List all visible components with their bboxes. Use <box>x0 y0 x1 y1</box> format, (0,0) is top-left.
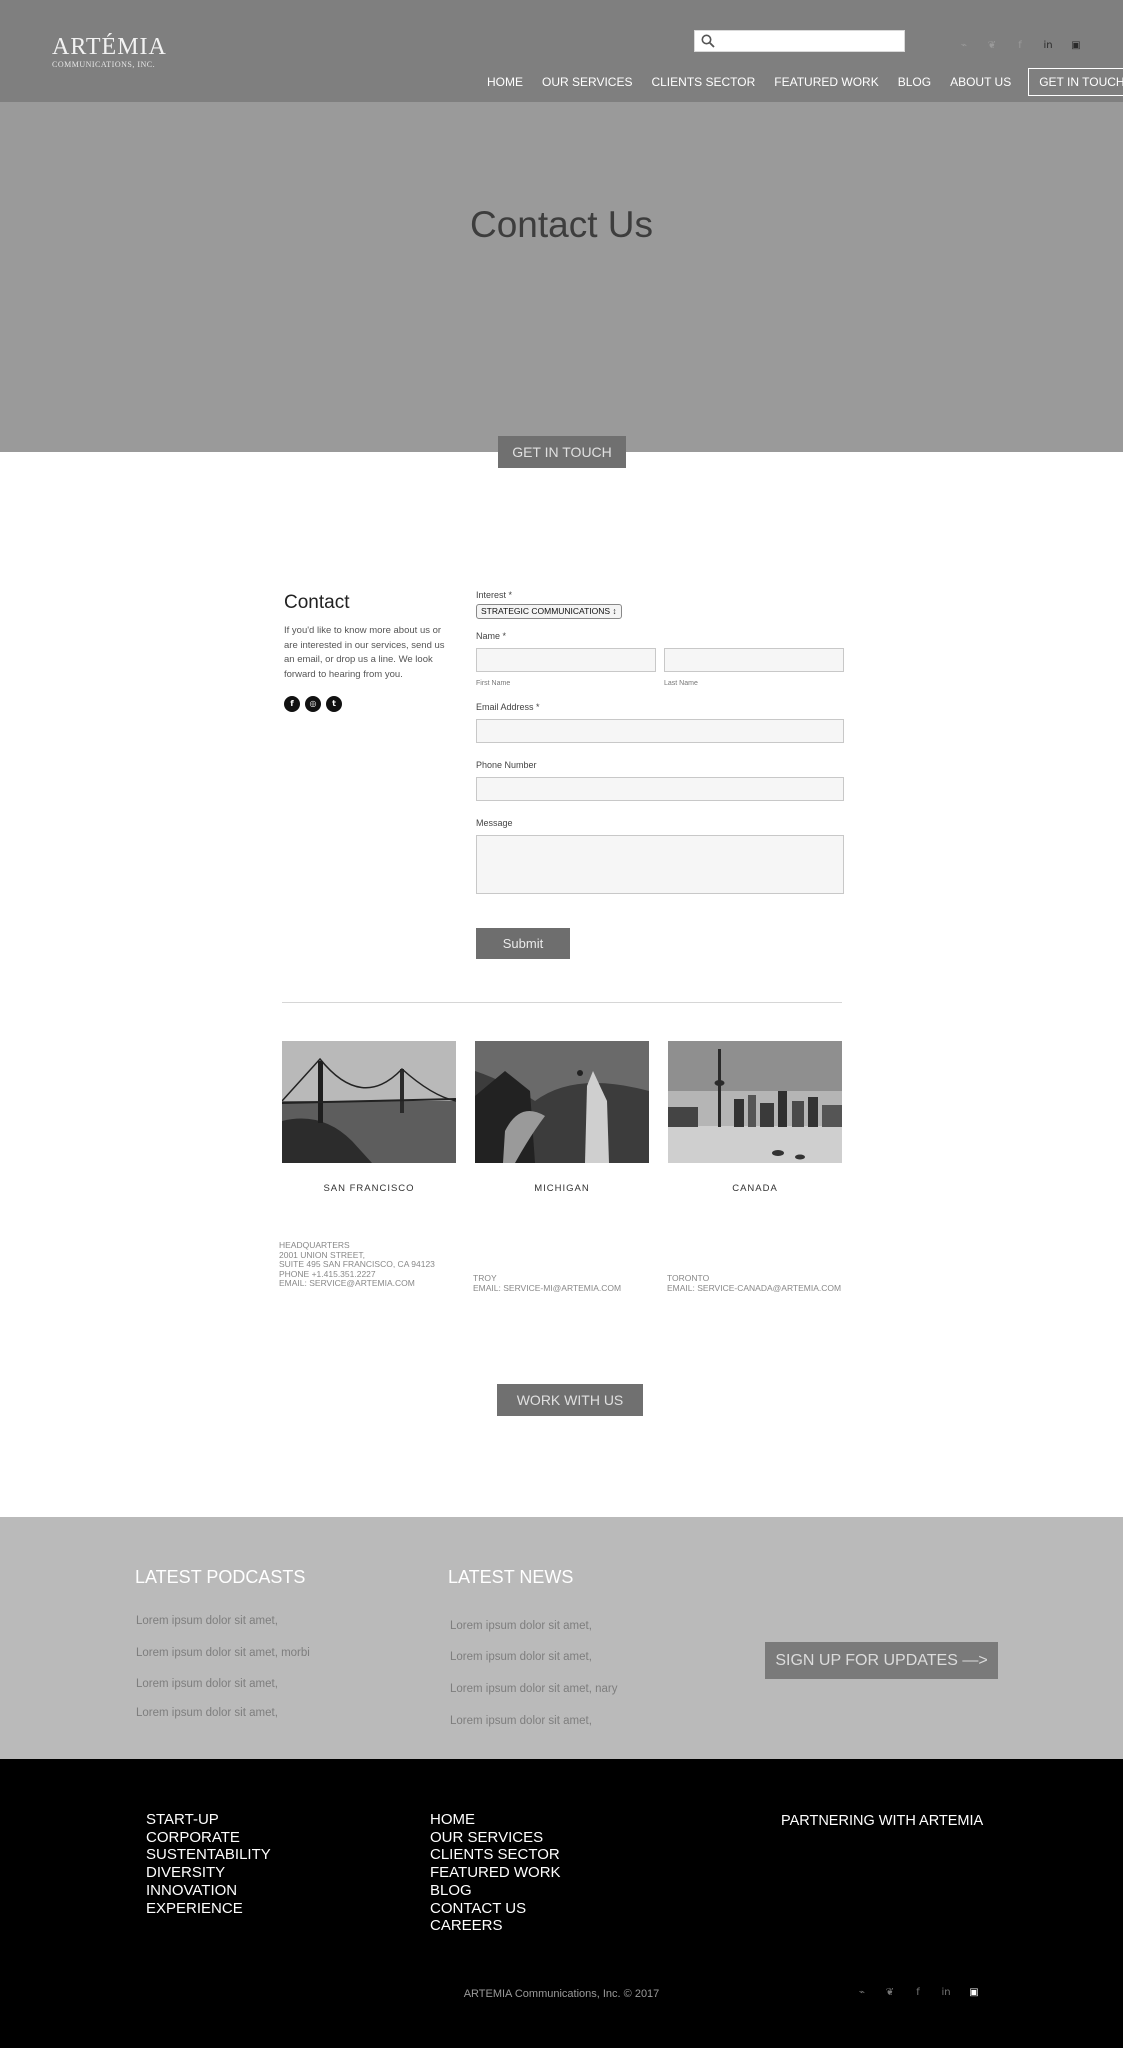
podcast-link[interactable]: Lorem ipsum dolor sit amet, <box>136 1615 278 1627</box>
san-francisco-image <box>282 1041 456 1163</box>
footer-link[interactable]: EXPERIENCE <box>146 1900 271 1918</box>
email-label: Email Address * <box>476 702 540 712</box>
instagram-icon[interactable]: ◎ <box>305 696 321 712</box>
facebook-icon[interactable]: f <box>904 1987 932 1998</box>
page-title: Contact Us <box>469 204 653 245</box>
get-in-touch-nav-button[interactable]: GET IN TOUCH <box>1028 68 1123 96</box>
logo-wordmark: ARTÉMIA <box>52 34 167 60</box>
footer-link[interactable]: OUR SERVICES <box>430 1829 561 1847</box>
submit-button[interactable]: Submit <box>476 928 570 959</box>
section-divider <box>282 1002 842 1003</box>
email-field[interactable] <box>476 719 844 743</box>
footer-social-links: ⌁ ❦ f in ▣ <box>848 1987 988 1998</box>
phone-field[interactable] <box>476 777 844 801</box>
footer-link[interactable]: HOME <box>430 1811 561 1829</box>
phone-label: Phone Number <box>476 760 537 770</box>
facebook-icon[interactable]: f <box>1006 40 1034 51</box>
footer-link[interactable]: BLOG <box>430 1882 561 1900</box>
michigan-address: TROY EMAIL: SERVICE-MI@ARTEMIA.COM <box>473 1273 621 1294</box>
location-name: CANADA <box>732 1183 778 1194</box>
canada-image <box>668 1041 842 1163</box>
search-input[interactable] <box>721 33 901 50</box>
nav-about-us[interactable]: ABOUT US <box>950 75 1011 89</box>
footer-link[interactable]: CORPORATE <box>146 1829 271 1847</box>
site-header: ARTÉMIA COMMUNICATIONS, INC. ⌁ ❦ f in ▣ … <box>0 0 1123 102</box>
footer-link[interactable]: FEATURED WORK <box>430 1864 561 1882</box>
instagram-icon[interactable]: ▣ <box>1062 40 1090 51</box>
logo-subtitle: COMMUNICATIONS, INC. <box>52 60 156 69</box>
footer-column-sectors: START-UP CORPORATE SUSTENTABILITY DIVERS… <box>146 1811 271 1917</box>
canada-address: TORONTO EMAIL: SERVICE-CANADA@ARTEMIA.CO… <box>667 1273 841 1294</box>
news-link[interactable]: Lorem ipsum dolor sit amet, <box>450 1620 592 1632</box>
last-name-label: Last Name <box>664 680 698 687</box>
search-box[interactable] <box>694 30 905 52</box>
address-email[interactable]: EMAIL: SERVICE@ARTEMIA.COM <box>279 1278 435 1289</box>
michigan-image <box>475 1041 649 1163</box>
twitter-icon[interactable]: ❦ <box>978 40 1006 51</box>
contact-info: Contact If you'd like to know more about… <box>284 592 456 712</box>
news-link[interactable]: Lorem ipsum dolor sit amet, nary <box>450 1683 617 1695</box>
message-textarea[interactable] <box>476 835 844 894</box>
twitter-icon[interactable]: ❦ <box>876 1987 904 1998</box>
contact-description: If you'd like to know more about us or a… <box>284 625 445 680</box>
footer-link[interactable]: CAREERS <box>430 1917 561 1935</box>
footer-column-navigation: HOME OUR SERVICES CLIENTS SECTOR FEATURE… <box>430 1811 561 1935</box>
podcast-link[interactable]: Lorem ipsum dolor sit amet, morbi <box>136 1647 310 1659</box>
san-francisco-address: HEADQUARTERS 2001 UNION STREET, SUITE 49… <box>279 1240 435 1289</box>
instagram-icon[interactable]: ▣ <box>960 1987 988 1998</box>
nav-blog[interactable]: BLOG <box>898 75 931 89</box>
interest-label: Interest * <box>476 590 513 600</box>
first-name-field[interactable] <box>476 648 656 672</box>
work-with-us-button[interactable]: WORK WITH US <box>497 1384 643 1416</box>
contact-social-links: f ◎ t <box>284 696 456 712</box>
location-name: SAN FRANCISCO <box>323 1183 415 1194</box>
rss-icon[interactable]: ⌁ <box>848 1987 876 1998</box>
sign-up-for-updates-button[interactable]: SIGN UP FOR UPDATES —> <box>765 1642 998 1679</box>
footer-link[interactable]: CONTACT US <box>430 1900 561 1918</box>
nav-clients-sector[interactable]: CLIENTS SECTOR <box>651 75 755 89</box>
header-social-links: ⌁ ❦ f in ▣ <box>950 40 1090 51</box>
logo[interactable]: ARTÉMIA COMMUNICATIONS, INC. <box>52 34 167 69</box>
first-name-label: First Name <box>476 680 511 687</box>
footer-link[interactable]: DIVERSITY <box>146 1864 271 1882</box>
podcasts-title: LATEST PODCASTS <box>135 1567 306 1587</box>
nav-featured-work[interactable]: FEATURED WORK <box>774 75 878 89</box>
contact-heading: Contact <box>284 592 350 613</box>
address-email[interactable]: EMAIL: SERVICE-MI@ARTEMIA.COM <box>473 1283 621 1294</box>
news-title: LATEST NEWS <box>448 1567 574 1587</box>
hero-banner: Contact Us <box>0 102 1123 452</box>
nav-our-services[interactable]: OUR SERVICES <box>542 75 632 89</box>
search-icon <box>701 34 715 48</box>
name-label: Name * <box>476 631 507 641</box>
get-in-touch-button[interactable]: GET IN TOUCH <box>498 436 626 468</box>
main-nav: HOME OUR SERVICES CLIENTS SECTOR FEATURE… <box>487 68 1123 96</box>
name-row: First Name Last Name <box>476 648 844 690</box>
facebook-icon[interactable]: f <box>284 696 300 712</box>
last-name-field[interactable] <box>664 648 844 672</box>
linkedin-icon[interactable]: in <box>1034 40 1062 51</box>
footer-link[interactable]: CLIENTS SECTOR <box>430 1846 561 1864</box>
address-email[interactable]: EMAIL: SERVICE-CANADA@ARTEMIA.COM <box>667 1283 841 1294</box>
location-name: MICHIGAN <box>534 1183 590 1194</box>
message-label: Message <box>476 818 513 828</box>
twitter-icon[interactable]: t <box>326 696 342 712</box>
partnering-link[interactable]: PARTNERING WITH ARTEMIA <box>781 1813 983 1829</box>
footer-link[interactable]: INNOVATION <box>146 1882 271 1900</box>
podcast-link[interactable]: Lorem ipsum dolor sit amet, <box>136 1678 278 1690</box>
interest-select[interactable]: STRATEGIC COMMUNICATIONS ↕ <box>476 604 622 619</box>
podcast-link[interactable]: Lorem ipsum dolor sit amet, <box>136 1707 278 1719</box>
news-link[interactable]: Lorem ipsum dolor sit amet, <box>450 1651 592 1663</box>
news-link[interactable]: Lorem ipsum dolor sit amet, <box>450 1715 592 1727</box>
footer-link[interactable]: START-UP <box>146 1811 271 1829</box>
contact-form: Interest * STRATEGIC COMMUNICATIONS ↕ Na… <box>476 590 844 894</box>
nav-home[interactable]: HOME <box>487 75 523 89</box>
footer-link[interactable]: SUSTENTABILITY <box>146 1846 271 1864</box>
linkedin-icon[interactable]: in <box>932 1987 960 1998</box>
rss-icon[interactable]: ⌁ <box>950 40 978 51</box>
